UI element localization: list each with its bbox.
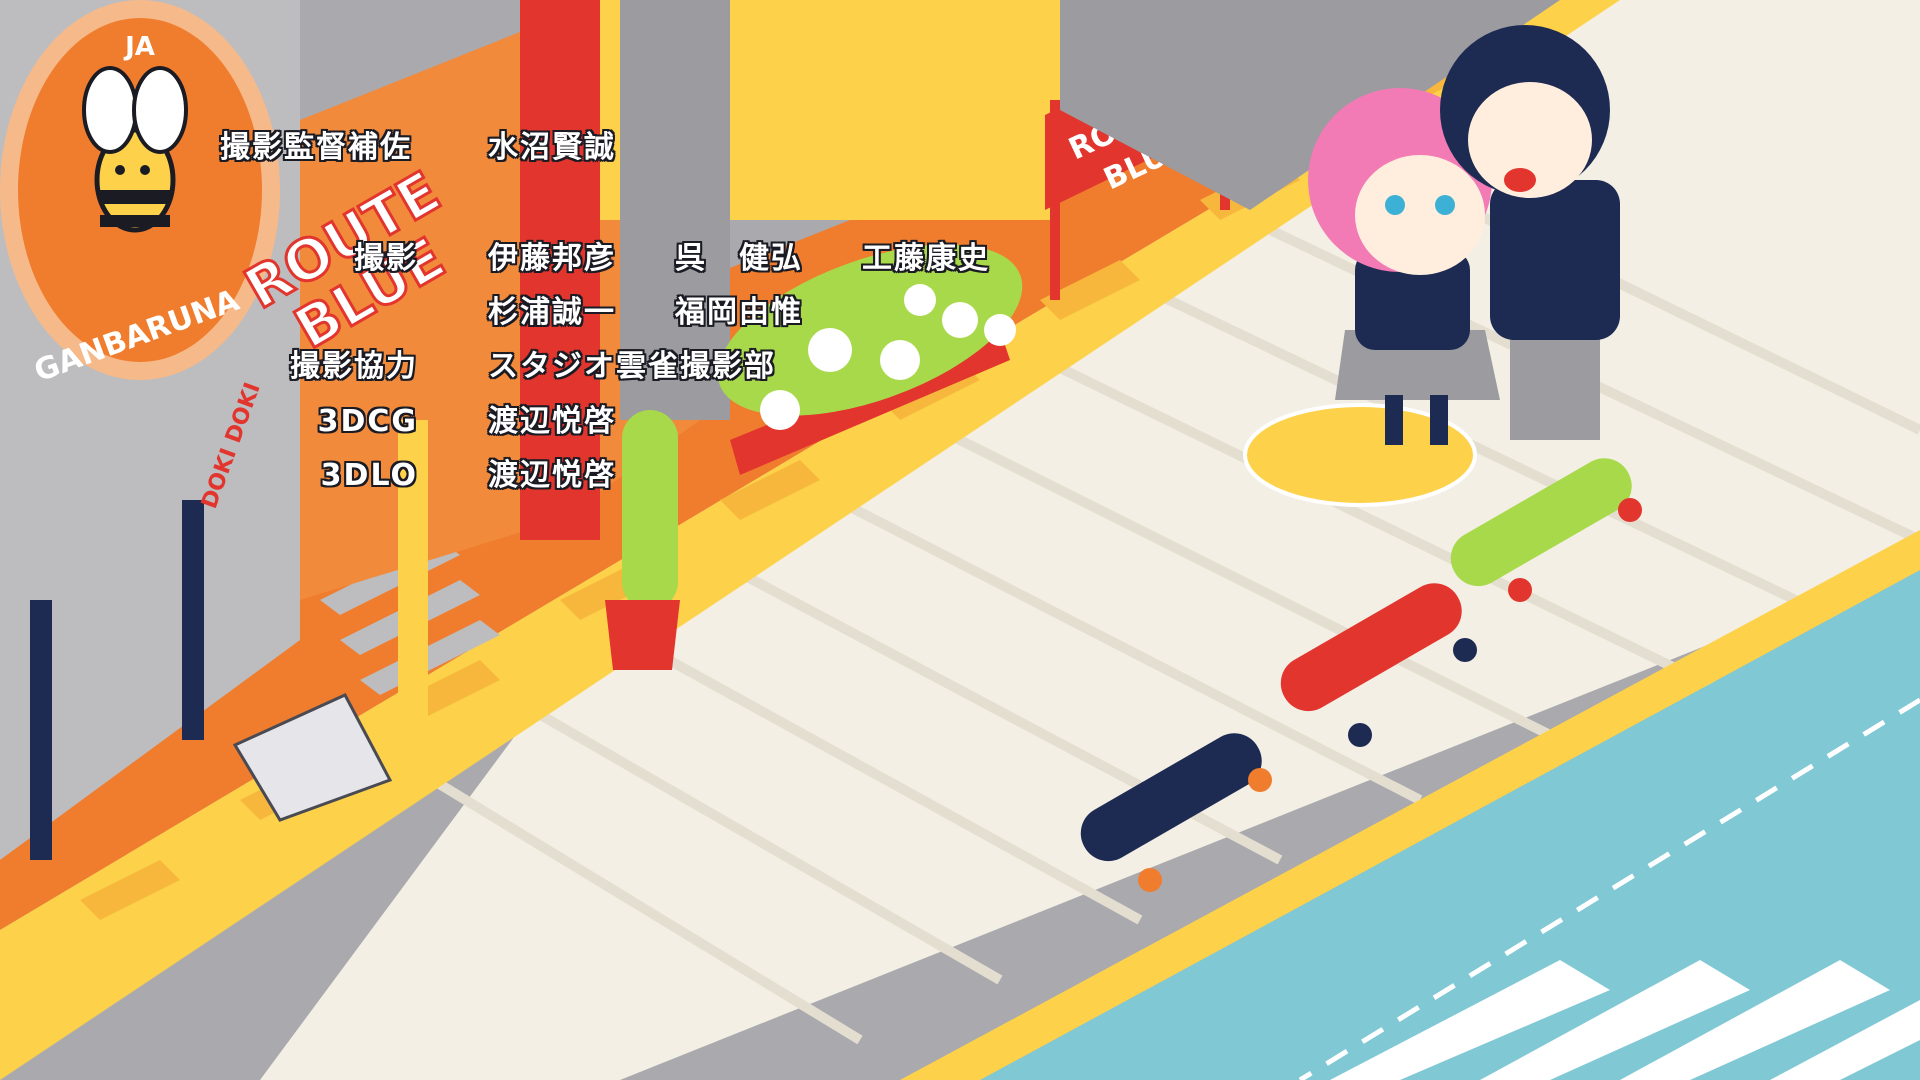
door-right [182, 500, 204, 740]
girl-leg-2 [1430, 395, 1448, 445]
girl-eye-2 [1435, 195, 1455, 215]
boy-body [1490, 180, 1620, 340]
girl-face [1355, 155, 1485, 275]
red-pillar [520, 0, 600, 540]
street-illustration: JA GANBARUNA DOKI DOKI ROUTE BLUE ROUTE … [0, 0, 1920, 1080]
girl-leg [1385, 395, 1403, 445]
boy-legs [1510, 330, 1600, 440]
yellow-pole [398, 420, 428, 750]
boy-mouth [1504, 168, 1536, 192]
cactus [622, 410, 678, 610]
bee-logo-top-text: JA [123, 32, 155, 62]
girl-eye [1385, 195, 1405, 215]
gray-pillar [620, 0, 730, 420]
door-left [30, 600, 52, 860]
cactus-pot [605, 600, 680, 670]
